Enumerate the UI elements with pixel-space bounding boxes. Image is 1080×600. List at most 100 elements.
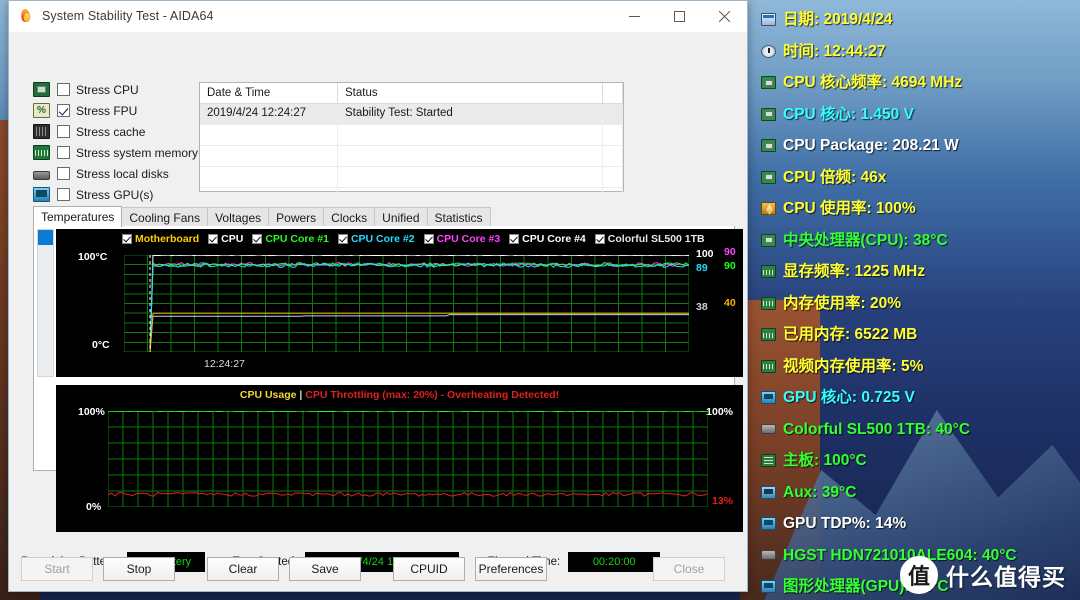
event-log-table[interactable]: Date & Time Status 2019/4/24 12:24:27 Sta…	[199, 82, 624, 209]
legend-checkbox[interactable]	[122, 234, 132, 244]
gpu-icon	[761, 391, 776, 405]
usage-title-main: CPU Usage	[239, 389, 297, 401]
osd-row-text: Colorful SL500 1TB: 40°C	[783, 420, 971, 438]
ram-icon	[761, 265, 776, 279]
clear-button[interactable]: Clear	[207, 557, 279, 581]
stress-option-checkbox[interactable]	[57, 104, 70, 117]
stress-option-row[interactable]: Stress cache	[33, 122, 193, 141]
stop-button[interactable]: Stop	[103, 557, 175, 581]
stress-option-checkbox[interactable]	[57, 188, 70, 201]
temp-current-value: 100	[696, 248, 714, 260]
log-status: Stability Test: Started	[338, 104, 603, 124]
maximize-icon[interactable]	[657, 1, 702, 32]
stress-option-checkbox[interactable]	[57, 167, 70, 180]
aida64-osd-panel: 日期: 2019/4/24 时间: 12:44:27 CPU 核心频率: 4694 …	[755, 0, 1080, 600]
log-datetime-empty	[200, 125, 338, 145]
tab-cooling-fans[interactable]: Cooling Fans	[121, 207, 209, 227]
watermark-text: 什么值得买	[946, 564, 1066, 590]
sensor-tabs: Temperatures Cooling Fans Voltages Powers Cl…	[33, 206, 735, 227]
legend-checkbox[interactable]	[423, 234, 434, 244]
gpu-icon	[761, 517, 776, 531]
usage-axis-label-top-left: 100%	[78, 406, 105, 418]
table-row-empty[interactable]	[200, 146, 623, 167]
table-row-empty[interactable]	[200, 167, 623, 188]
stress-option-checkbox[interactable]	[57, 125, 70, 138]
usage-axis-label-top-right: 100%	[706, 406, 733, 418]
osd-row: CPU Package: 208.21 W	[761, 130, 1080, 162]
legend-checkbox[interactable]	[509, 234, 520, 244]
gpu-icon	[761, 580, 776, 594]
temp-current-value: 40	[724, 297, 736, 309]
tab-powers[interactable]: Powers	[268, 207, 325, 227]
temp-plot-area	[124, 255, 689, 352]
charts-container: Motherboard CPU CPU Core #1 CPU Core #2 CPU …	[33, 226, 743, 532]
log-datetime-empty	[200, 146, 338, 166]
tab-voltages[interactable]: Voltages	[207, 207, 270, 227]
legend-label: CPU Core #2	[350, 233, 415, 245]
osd-row: GPU TDP%: 14%	[761, 508, 1080, 540]
action-button-row: Start Stop Clear Save CPUID Preferences Close	[9, 555, 747, 583]
preferences-button[interactable]: Preferences	[475, 557, 547, 581]
watermark: 值 什么值得买	[900, 556, 1066, 594]
legend-checkbox[interactable]	[252, 234, 263, 244]
ram-icon	[761, 359, 776, 373]
legend-label: CPU	[221, 233, 244, 245]
legend-item[interactable]: CPU Core #1	[252, 233, 329, 245]
minimize-icon[interactable]	[612, 1, 657, 32]
log-datetime: 2019/4/24 12:24:27	[200, 104, 338, 124]
osd-row: CPU 倍频: 46x	[761, 162, 1080, 194]
legend-item[interactable]: Colorful SL500 1TB	[594, 233, 705, 245]
legend-item[interactable]: CPU	[208, 233, 243, 245]
save-button[interactable]: Save	[289, 557, 361, 581]
legend-checkbox[interactable]	[208, 234, 219, 244]
legend-label: CPU Core #3	[436, 233, 501, 245]
stress-option-row[interactable]: Stress system memory	[33, 143, 198, 162]
osd-row: 已用内存: 6522 MB	[761, 319, 1080, 351]
osd-row-text: 内存使用率: 20%	[783, 294, 901, 312]
cpu-usage-chart: CPU Usage | CPU Throttling (max: 20%) - …	[56, 385, 743, 532]
table-row[interactable]: 2019/4/24 12:24:27 Stability Test: Starte…	[200, 104, 623, 125]
cache-icon	[33, 124, 50, 139]
legend-item[interactable]: CPU Core #2	[337, 233, 415, 245]
osd-row-text: 已用内存: 6522 MB	[783, 326, 918, 343]
window-titlebar[interactable]: System Stability Test - AIDA64	[9, 1, 747, 32]
stress-option-row[interactable]: Stress CPU	[33, 80, 193, 99]
table-row-empty[interactable]	[200, 125, 623, 146]
column-header-spacer	[603, 83, 623, 103]
stress-option-checkbox[interactable]	[57, 83, 70, 96]
stress-option-checkbox[interactable]	[57, 146, 70, 159]
chip-icon	[761, 139, 776, 153]
stress-option-row[interactable]: Stress local disks	[33, 164, 193, 183]
osd-row: GPU 核心: 0.725 V	[761, 382, 1080, 414]
osd-row: 内存使用率: 20%	[761, 288, 1080, 320]
osd-row: 视频内存使用率: 5%	[761, 351, 1080, 383]
legend-checkbox[interactable]	[337, 234, 348, 244]
motherboard-icon	[761, 454, 776, 468]
close-icon[interactable]	[702, 1, 747, 32]
tab-unified[interactable]: Unified	[374, 207, 428, 227]
tab-statistics[interactable]: Statistics	[426, 207, 491, 227]
gpu-icon	[33, 187, 50, 202]
chart-scrollbar[interactable]	[37, 229, 54, 377]
log-datetime-empty	[200, 188, 338, 208]
stability-test-panel: Stress CPU % Stress FPU Stress cache Stress …	[23, 44, 743, 532]
legend-checkbox[interactable]	[594, 234, 605, 244]
legend-item[interactable]: Motherboard	[122, 233, 199, 245]
log-datetime-empty	[200, 167, 338, 187]
calendar-icon	[761, 13, 776, 27]
cpuid-button[interactable]: CPUID	[393, 557, 465, 581]
tab-temperatures[interactable]: Temperatures	[33, 206, 123, 227]
fan-percent-icon	[761, 202, 776, 216]
usage-plot-area	[108, 411, 708, 507]
usage-title-warning: CPU Throttling (max: 20%) - Overheating …	[305, 389, 560, 401]
tab-clocks[interactable]: Clocks	[323, 207, 376, 227]
ram-icon	[761, 296, 776, 310]
legend-item[interactable]: CPU Core #4	[509, 233, 586, 245]
stress-option-row[interactable]: Stress GPU(s)	[33, 185, 193, 204]
chart-scrollbar-thumb[interactable]	[38, 230, 53, 245]
stress-option-row[interactable]: % Stress FPU	[33, 101, 193, 120]
legend-item[interactable]: CPU Core #3	[423, 233, 501, 245]
log-status-empty	[338, 125, 603, 145]
chip-icon	[761, 107, 776, 121]
usage-current-value: 13%	[711, 495, 733, 507]
